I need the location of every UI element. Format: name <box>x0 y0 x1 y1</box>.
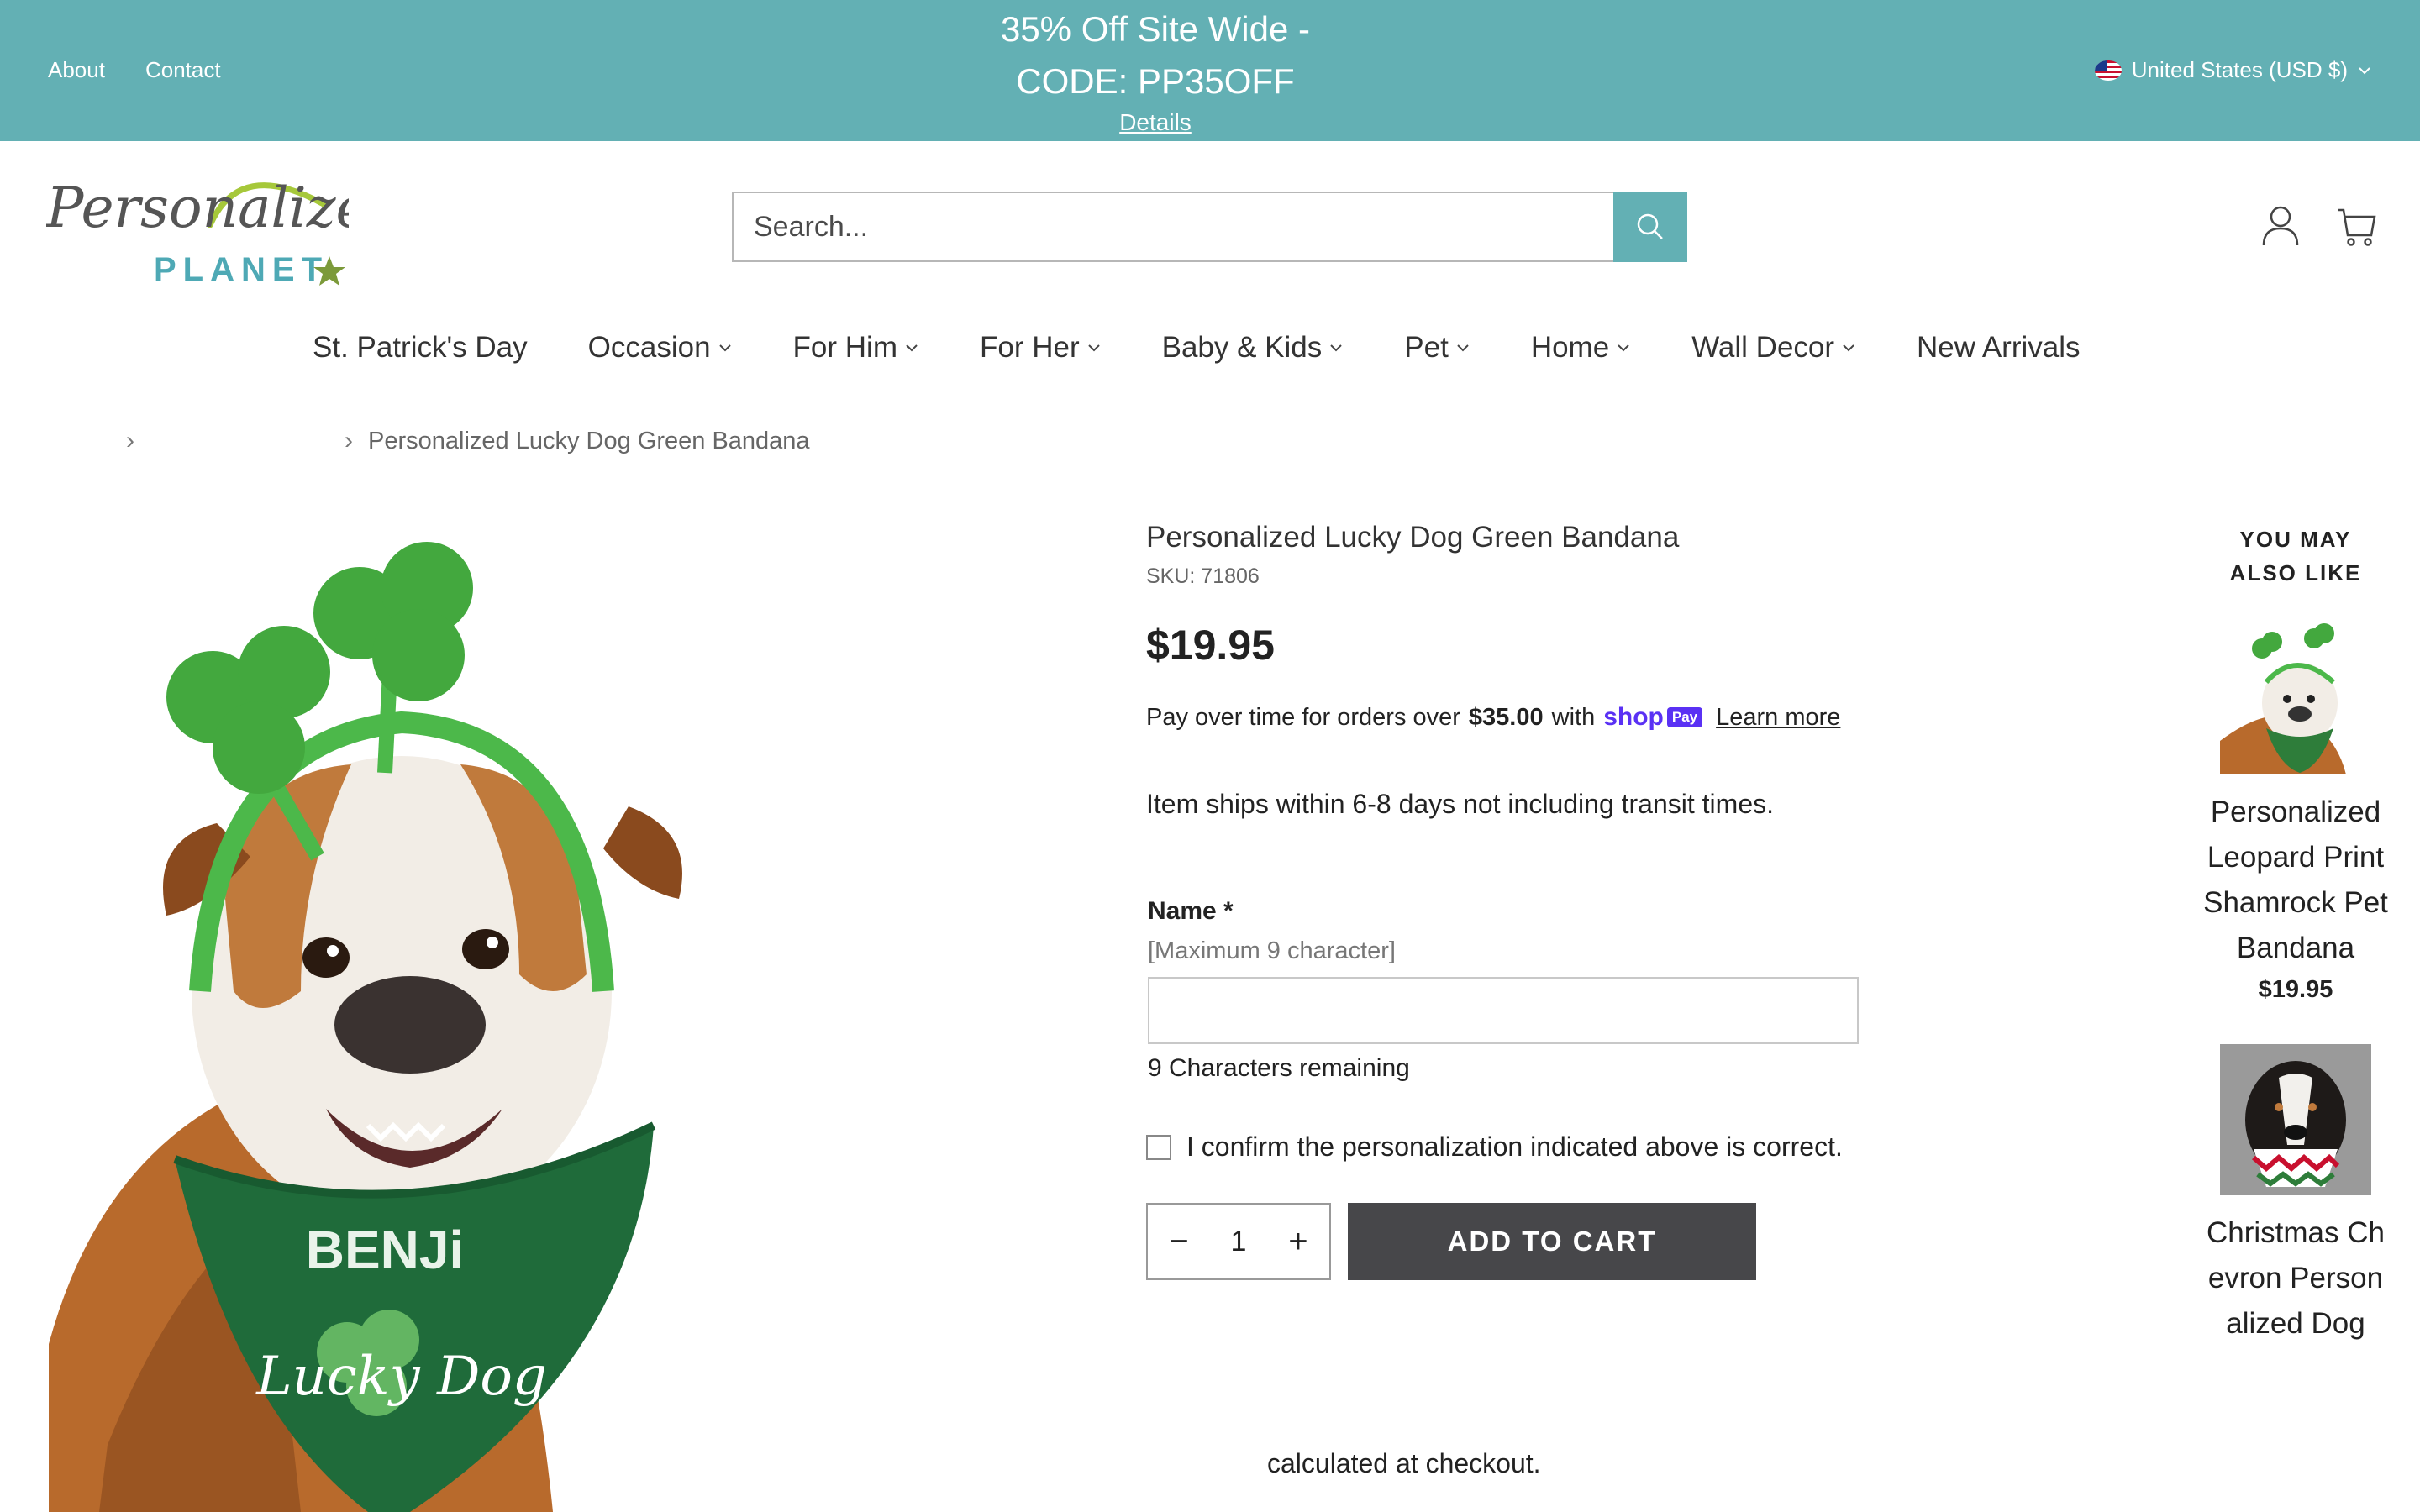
quantity-stepper: − 1 + <box>1146 1203 1331 1280</box>
chevron-right-icon: › <box>345 427 353 454</box>
chevron-down-icon <box>1457 344 1469 352</box>
promo-line-2: CODE: PP35OFF <box>1016 61 1295 101</box>
recommendation-item[interactable]: Personalized Leopard Print Shamrock Pet … <box>2202 623 2390 1004</box>
header-icons <box>2260 203 2376 250</box>
name-field[interactable] <box>1148 977 1859 1044</box>
nav-label: St. Patrick's Day <box>313 331 528 364</box>
breadcrumb-current: Personalized Lucky Dog Green Bandana <box>368 427 810 454</box>
announcement-bar: About Contact 35% Off Site Wide - CODE: … <box>0 0 2420 141</box>
nav-occasion[interactable]: Occasion <box>588 331 733 365</box>
product-info: Personalized Lucky Dog Green Bandana SKU… <box>1146 521 1970 1280</box>
nav-label: Wall Decor <box>1691 331 1835 364</box>
chevron-down-icon <box>1618 344 1629 352</box>
nav-for-her[interactable]: For Her <box>980 331 1102 365</box>
name-field-hint: [Maximum 9 character] <box>1148 937 1396 964</box>
recommendation-name[interactable]: Christmas Chevron Personalized Dog <box>2202 1210 2390 1347</box>
nav-new-arrivals[interactable]: New Arrivals <box>1917 331 2080 365</box>
checkout-note: calculated at checkout. <box>1267 1448 1541 1478</box>
chevron-down-icon <box>1087 344 1100 352</box>
confirm-checkbox[interactable] <box>1146 1134 1171 1160</box>
shipping-note: Item ships within 6-8 days not including… <box>1146 789 1774 819</box>
paylater-text: Pay over time for orders over <box>1146 703 1460 731</box>
name-field-label: Name * <box>1148 897 1234 925</box>
nav-for-him[interactable]: For Him <box>793 331 919 365</box>
recommendations-heading-line-2: ALSO LIKE <box>2229 560 2362 585</box>
logo-sub: PLANET <box>154 251 329 288</box>
search-icon <box>1637 213 1663 239</box>
search-input[interactable] <box>734 193 1613 260</box>
recommendation-thumbnail[interactable] <box>2220 1044 2371 1195</box>
shop-pay-badge: Pay <box>1666 707 1703 727</box>
about-link[interactable]: About <box>48 57 105 83</box>
cart-icon[interactable] <box>2336 203 2376 250</box>
nav-label: Baby & Kids <box>1161 331 1323 364</box>
recommendation-price: $19.95 <box>2258 976 2333 1003</box>
search-button[interactable] <box>1613 192 1687 262</box>
nav-label: Occasion <box>587 331 711 364</box>
add-to-cart-button[interactable]: ADD TO CART <box>1348 1203 1756 1280</box>
chevron-down-icon <box>718 344 731 352</box>
product-title: Personalized Lucky Dog Green Bandana <box>1146 521 1680 554</box>
chevron-down-icon <box>1843 344 1854 352</box>
currency-label: United States (USD $) <box>2131 57 2348 82</box>
recommendation-thumbnail[interactable] <box>2220 623 2371 774</box>
contact-link[interactable]: Contact <box>145 57 221 83</box>
logo-wordmark: Personalized <box>46 176 349 240</box>
chevron-down-icon <box>906 344 918 352</box>
paylater-amount: $35.00 <box>1468 703 1544 731</box>
nav-wall-decor[interactable]: Wall Decor <box>1691 331 1856 365</box>
chevron-right-icon: › <box>126 427 134 454</box>
bandana-name-text: BENJi <box>306 1220 465 1280</box>
us-flag-icon <box>2094 60 2122 81</box>
recommendation-name[interactable]: Personalized Leopard Print Shamrock Pet … <box>2202 790 2390 971</box>
product-image[interactable]: BENJi Lucky Dog <box>49 521 839 1512</box>
increment-button[interactable]: + <box>1286 1223 1311 1261</box>
site-logo[interactable]: Personalized PLANET <box>46 166 349 292</box>
decrement-button[interactable]: − <box>1166 1223 1192 1261</box>
account-icon[interactable] <box>2260 203 2301 250</box>
chevron-down-icon <box>1330 344 1342 352</box>
product-price: $19.95 <box>1146 622 1275 669</box>
quantity-value[interactable]: 1 <box>1231 1226 1247 1258</box>
nav-label: Home <box>1530 331 1610 364</box>
shop-pay-word: shop <box>1603 703 1664 731</box>
confirm-label: I confirm the personalization indicated … <box>1186 1131 1843 1162</box>
top-links: About Contact <box>48 57 221 83</box>
nav-st-patricks-day[interactable]: St. Patrick's Day <box>313 331 528 365</box>
learn-more-link[interactable]: Learn more <box>1716 704 1840 732</box>
nav-label: Pet <box>1404 331 1449 364</box>
characters-remaining: 9 Characters remaining <box>1148 1054 1410 1082</box>
nav-pet[interactable]: Pet <box>1404 331 1470 365</box>
search-bar <box>732 192 1687 262</box>
buy-row: − 1 + ADD TO CART <box>1146 1203 1970 1280</box>
chevron-down-icon <box>2359 66 2370 74</box>
promo-line-1: 35% Off Site Wide - <box>1000 9 1311 49</box>
shop-pay-logo: shop Pay <box>1603 703 1703 732</box>
paylater-with: with <box>1551 703 1596 731</box>
installments-message: Pay over time for orders over $35.00 wit… <box>1146 703 1970 732</box>
nav-label: New Arrivals <box>1917 331 2081 364</box>
confirm-row: I confirm the personalization indicated … <box>1146 1131 1970 1163</box>
product-sku: SKU: 71806 <box>1146 564 1260 588</box>
nav-label: For Him <box>792 331 897 364</box>
breadcrumb: › › Personalized Lucky Dog Green Bandana <box>126 427 810 455</box>
recommendations-heading-line-1: YOU MAY <box>2239 527 2352 552</box>
currency-selector[interactable]: United States (USD $) <box>2094 57 2371 83</box>
nav-home[interactable]: Home <box>1531 331 1631 365</box>
promo-details-link[interactable]: Details <box>1119 109 1192 136</box>
promo-message: 35% Off Site Wide - CODE: PP35OFF Detail… <box>924 3 1386 136</box>
recommendation-item[interactable]: Christmas Chevron Personalized Dog <box>2202 1044 2390 1347</box>
nav-label: For Her <box>979 331 1080 364</box>
bandana-tag-text: Lucky Dog <box>255 1346 547 1408</box>
recommendations: YOU MAY ALSO LIKE Personalized Leopard P… <box>2202 522 2390 1347</box>
nav-baby-kids[interactable]: Baby & Kids <box>1162 331 1344 365</box>
main-nav: St. Patrick's Day Occasion For Him For H… <box>313 331 2081 365</box>
